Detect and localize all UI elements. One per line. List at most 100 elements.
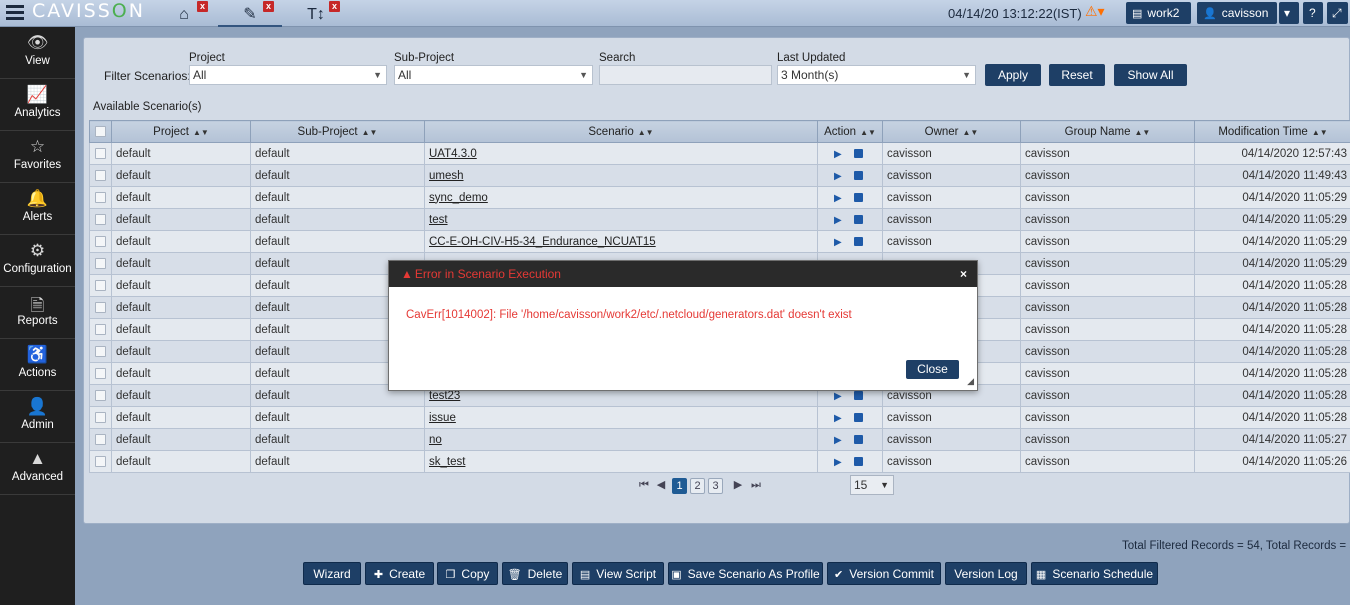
table-row[interactable]: default default test ▶ cavisson cavisson 04/14… xyxy=(89,208,1350,231)
scenario-link[interactable]: test xyxy=(429,214,448,226)
user-menu-chevron-icon[interactable]: ▾ xyxy=(1279,2,1299,24)
edit-icon[interactable] xyxy=(853,456,863,466)
column-header-modification-time[interactable]: Modification Time ▲▼ xyxy=(1194,120,1350,143)
column-header-project[interactable]: Project ▲▼ xyxy=(111,120,251,143)
play-icon[interactable]: ▶ xyxy=(834,215,842,226)
play-icon[interactable]: ▶ xyxy=(834,391,842,402)
edit-icon[interactable] xyxy=(853,148,863,158)
first-page-icon[interactable]: ⏮ xyxy=(639,478,649,494)
show-all-button[interactable]: Show All xyxy=(1114,64,1187,86)
reset-button[interactable]: Reset xyxy=(1049,64,1105,86)
page-size-select[interactable]: 15 ▼ xyxy=(850,475,894,495)
column-header-owner[interactable]: Owner ▲▼ xyxy=(882,120,1021,143)
alarm-icon[interactable]: ⚠▾ xyxy=(1085,3,1105,20)
table-row[interactable]: default default UAT4.3.0 ▶ cavisson cavisson 0… xyxy=(89,142,1350,165)
tab-home[interactable]: ⌂ x xyxy=(152,1,216,27)
column-header-scenario[interactable]: Scenario ▲▼ xyxy=(424,120,818,143)
row-checkbox[interactable] xyxy=(89,384,112,407)
edit-icon[interactable] xyxy=(853,192,863,202)
row-checkbox[interactable] xyxy=(89,450,112,473)
scenario-link[interactable]: umesh xyxy=(429,170,464,182)
close-tab-icon[interactable]: x xyxy=(329,1,340,12)
scenario-link[interactable]: test23 xyxy=(429,390,460,402)
apply-button[interactable]: Apply xyxy=(985,64,1041,86)
sidebar-item-alerts[interactable]: 🔔 Alerts xyxy=(0,183,75,235)
delete-button[interactable]: 🗑 Delete xyxy=(502,562,568,585)
row-checkbox[interactable] xyxy=(89,142,112,165)
sidebar-item-configuration[interactable]: ⚙ Configuration xyxy=(0,235,75,287)
scenario-link[interactable]: sk_test xyxy=(429,456,465,468)
column-header-action[interactable]: Action ▲▼ xyxy=(817,120,883,143)
wizard-button[interactable]: Wizard xyxy=(303,562,361,585)
row-checkbox[interactable] xyxy=(89,164,112,187)
play-icon[interactable]: ▶ xyxy=(834,149,842,160)
scenario-schedule-button[interactable]: ▦ Scenario Schedule xyxy=(1031,562,1158,585)
sidebar-item-view[interactable]: 👁 View xyxy=(0,27,75,79)
resize-handle-icon[interactable]: ◢ xyxy=(967,376,974,387)
row-checkbox[interactable] xyxy=(89,318,112,341)
row-checkbox[interactable] xyxy=(89,296,112,319)
row-checkbox[interactable] xyxy=(89,428,112,451)
edit-icon[interactable] xyxy=(853,390,863,400)
table-row[interactable]: default default umesh ▶ cavisson cavisson 04/1… xyxy=(89,164,1350,187)
tab-text-tool[interactable]: T↕ x xyxy=(284,1,348,27)
play-icon[interactable]: ▶ xyxy=(834,237,842,248)
scenario-link[interactable]: sync_demo xyxy=(429,192,488,204)
workspace-button[interactable]: ▤ work2 xyxy=(1126,2,1191,24)
play-icon[interactable]: ▶ xyxy=(834,435,842,446)
project-select[interactable]: All ▼ xyxy=(189,65,387,85)
edit-icon[interactable] xyxy=(853,412,863,422)
user-button[interactable]: 👤 cavisson xyxy=(1197,2,1277,24)
table-row[interactable]: default default no ▶ cavisson cavisson 04/14/2… xyxy=(89,428,1350,451)
close-button[interactable]: Close xyxy=(906,360,959,379)
close-icon[interactable]: × xyxy=(960,261,967,287)
help-icon[interactable]: ? xyxy=(1303,2,1323,24)
row-checkbox[interactable] xyxy=(89,274,112,297)
row-checkbox[interactable] xyxy=(89,230,112,253)
sidebar-item-reports[interactable]: 🗎 Reports xyxy=(0,287,75,339)
page-2[interactable]: 2 xyxy=(690,478,705,494)
play-icon[interactable]: ▶ xyxy=(834,193,842,204)
select-all-checkbox[interactable] xyxy=(89,120,112,143)
save-as-profile-button[interactable]: ▣ Save Scenario As Profile xyxy=(668,562,823,585)
sidebar-item-admin[interactable]: 👤 Admin xyxy=(0,391,75,443)
copy-button[interactable]: ❐ Copy xyxy=(437,562,498,585)
view-script-button[interactable]: ▤ View Script xyxy=(572,562,664,585)
play-icon[interactable]: ▶ xyxy=(834,413,842,424)
page-1[interactable]: 1 xyxy=(672,478,687,494)
edit-icon[interactable] xyxy=(853,214,863,224)
row-checkbox[interactable] xyxy=(89,208,112,231)
column-header-group[interactable]: Group Name ▲▼ xyxy=(1020,120,1195,143)
row-checkbox[interactable] xyxy=(89,406,112,429)
table-row[interactable]: default default sync_demo ▶ cavisson cavisson… xyxy=(89,186,1350,209)
row-checkbox[interactable] xyxy=(89,362,112,385)
sidebar-item-advanced[interactable]: ▲ Advanced xyxy=(0,443,75,495)
row-checkbox[interactable] xyxy=(89,186,112,209)
last-updated-select[interactable]: 3 Month(s) ▼ xyxy=(777,65,976,85)
row-checkbox[interactable] xyxy=(89,252,112,275)
table-row[interactable]: default default sk_test ▶ cavisson cavisson 04… xyxy=(89,450,1350,473)
version-log-button[interactable]: Version Log xyxy=(945,562,1027,585)
edit-icon[interactable] xyxy=(853,434,863,444)
table-row[interactable]: default default issue ▶ cavisson cavisson 04/1… xyxy=(89,406,1350,429)
play-icon[interactable]: ▶ xyxy=(834,171,842,182)
search-input[interactable] xyxy=(599,65,772,85)
scenario-link[interactable]: UAT4.3.0 xyxy=(429,148,477,160)
page-3[interactable]: 3 xyxy=(708,478,723,494)
next-page-icon[interactable]: ▶ xyxy=(733,478,743,494)
version-commit-button[interactable]: ✔ Version Commit xyxy=(827,562,941,585)
scenario-link[interactable]: no xyxy=(429,434,442,446)
tab-scenarios[interactable]: ✎ x xyxy=(218,1,282,27)
prev-page-icon[interactable]: ◀ xyxy=(656,478,666,494)
sidebar-item-favorites[interactable]: ☆ Favorites xyxy=(0,131,75,183)
close-tab-icon[interactable]: x xyxy=(263,1,274,12)
close-tab-icon[interactable]: x xyxy=(197,1,208,12)
table-row[interactable]: default default CC-E-OH-CIV-H5-34_Enduranc… xyxy=(89,230,1350,253)
last-page-icon[interactable]: ⏭ xyxy=(751,478,761,494)
create-button[interactable]: ✚ Create xyxy=(365,562,434,585)
sidebar-item-analytics[interactable]: 📈 Analytics xyxy=(0,79,75,131)
play-icon[interactable]: ▶ xyxy=(834,457,842,468)
scenario-link[interactable]: issue xyxy=(429,412,456,424)
subproject-select[interactable]: All ▼ xyxy=(394,65,593,85)
menu-icon[interactable] xyxy=(6,3,24,21)
